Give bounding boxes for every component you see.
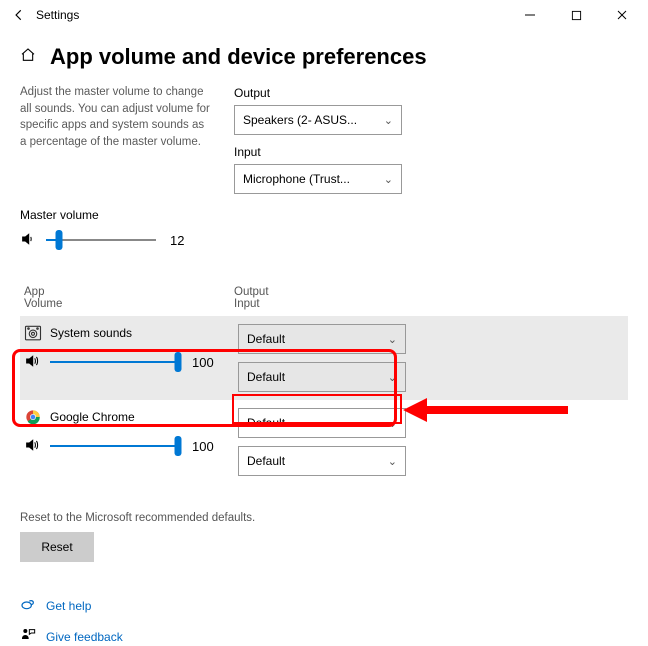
feedback-icon [20,627,36,646]
system-sounds-icon [24,324,42,342]
app-input-value: Default [247,370,285,384]
col-volume-label: Volume [24,298,210,310]
chevron-down-icon: ⌄ [388,417,397,430]
col-input-label: Input [234,298,414,310]
app-row-system-sounds: System sounds 100 Default ⌄ Default ⌄ [20,316,628,400]
back-button[interactable] [8,4,30,26]
col-app-label: App [24,286,210,298]
output-label: Output [234,86,414,100]
col-output-label: Output [234,286,414,298]
app-input-dropdown[interactable]: Default ⌄ [238,362,406,392]
home-icon[interactable] [20,47,36,67]
chevron-down-icon: ⌄ [384,114,393,127]
master-volume-value: 12 [170,233,184,248]
app-output-value: Default [247,416,285,430]
column-headers: App Volume Output Input [20,286,628,310]
app-name: System sounds [50,326,132,340]
maximize-button[interactable] [562,4,590,26]
app-output-dropdown[interactable]: Default ⌄ [238,408,406,438]
master-volume-label: Master volume [20,208,628,222]
reset-description: Reset to the Microsoft recommended defau… [20,512,628,524]
chevron-down-icon: ⌄ [388,333,397,346]
page-title: App volume and device preferences [50,44,427,70]
chevron-down-icon: ⌄ [388,371,397,384]
window-title: Settings [36,8,79,22]
app-volume-value: 100 [192,439,214,454]
master-volume-slider[interactable] [46,230,156,250]
minimize-button[interactable] [516,4,544,26]
chevron-down-icon: ⌄ [388,455,397,468]
input-device-value: Microphone (Trust... [243,172,350,186]
app-volume-value: 100 [192,355,214,370]
give-feedback-link[interactable]: Give feedback [46,630,123,644]
app-input-value: Default [247,454,285,468]
close-button[interactable] [608,4,636,26]
app-input-dropdown[interactable]: Default ⌄ [238,446,406,476]
chrome-icon [24,408,42,426]
output-device-dropdown[interactable]: Speakers (2- ASUS... ⌄ [234,105,402,135]
speaker-icon[interactable] [24,353,42,372]
input-label: Input [234,145,414,159]
titlebar: Settings [0,0,648,30]
page-header: App volume and device preferences [0,30,648,78]
help-icon [20,596,36,615]
description-text: Adjust the master volume to change all s… [20,84,210,194]
input-device-dropdown[interactable]: Microphone (Trust... ⌄ [234,164,402,194]
app-volume-slider[interactable] [50,436,178,456]
app-output-value: Default [247,332,285,346]
speaker-icon[interactable] [24,437,42,456]
app-name: Google Chrome [50,410,135,424]
speaker-icon[interactable] [20,231,38,250]
chevron-down-icon: ⌄ [384,173,393,186]
get-help-link[interactable]: Get help [46,599,91,613]
annotation-arrow [403,395,573,425]
output-device-value: Speakers (2- ASUS... [243,113,357,127]
reset-button[interactable]: Reset [20,532,94,562]
app-output-dropdown[interactable]: Default ⌄ [238,324,406,354]
app-volume-slider[interactable] [50,352,178,372]
